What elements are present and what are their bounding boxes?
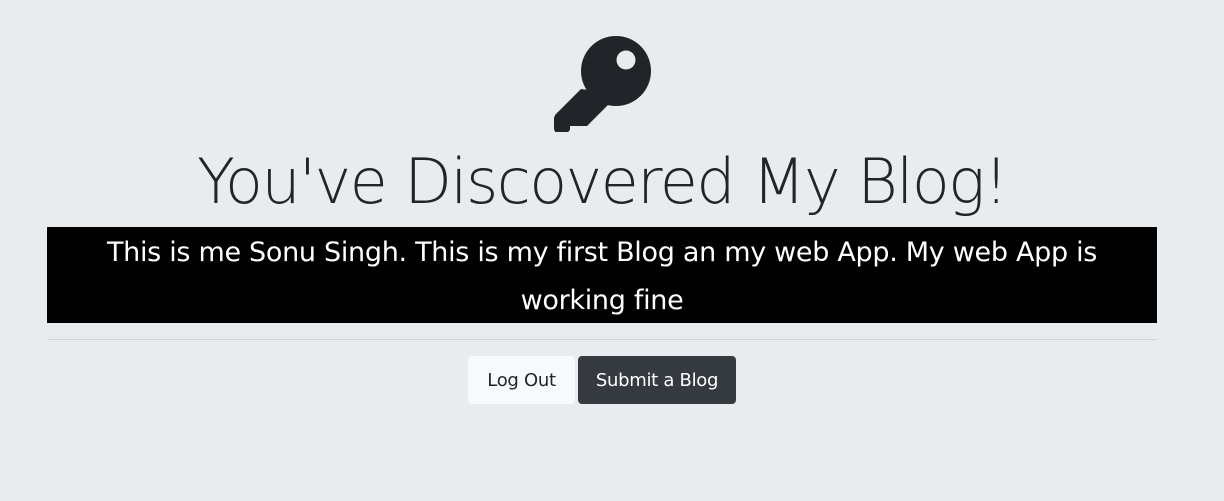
divider <box>47 339 1157 340</box>
blog-lead-text: This is me Sonu Singh. This is my first … <box>47 227 1157 323</box>
page-title: You've Discovered My Blog! <box>196 145 1009 218</box>
submit-blog-button[interactable]: Submit a Blog <box>578 356 736 404</box>
key-icon <box>551 35 652 133</box>
logout-button[interactable]: Log Out <box>468 356 575 404</box>
hero-section: You've Discovered My Blog! This is me So… <box>0 0 1224 501</box>
